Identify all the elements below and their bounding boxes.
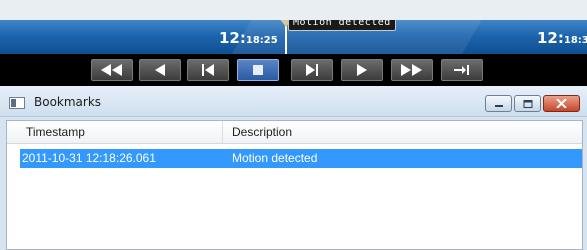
close-icon (556, 99, 567, 108)
fast-forward-button[interactable] (391, 59, 433, 81)
play-reverse-button[interactable] (139, 59, 181, 81)
column-header-timestamp[interactable]: Timestamp (26, 121, 85, 143)
minimize-icon (494, 104, 503, 107)
timeline-time-right: 12:18:30 (537, 29, 587, 47)
fast-rewind-icon (101, 64, 122, 76)
maximize-icon (523, 99, 532, 108)
column-divider[interactable] (222, 121, 223, 143)
next-button[interactable] (291, 59, 333, 81)
bookmarks-window: Bookmarks Timestamp Description 2011-10-… (0, 86, 587, 250)
skip-previous-icon (202, 64, 214, 76)
go-to-end-button[interactable] (441, 59, 483, 81)
list-header: Timestamp Description (7, 121, 582, 144)
row-timestamp: 2011-10-31 12:18:26.061 (22, 151, 156, 165)
stop-button[interactable] (237, 59, 279, 81)
bookmarks-list[interactable]: Timestamp Description 2011-10-31 12:18:2… (6, 120, 583, 250)
top-strip (0, 0, 587, 20)
time-left-hours: 12: (219, 29, 246, 47)
table-row[interactable]: 2011-10-31 12:18:26.061 Motion detected (20, 149, 582, 168)
time-right-minutes: 18:30 (563, 35, 587, 46)
bookmarks-title: Bookmarks (34, 95, 102, 109)
timeline-time-left: 12:18:25 (219, 29, 278, 47)
play-icon (357, 64, 367, 76)
window-icon (9, 97, 25, 109)
maximize-button[interactable] (514, 95, 541, 112)
fast-rewind-button[interactable] (91, 59, 133, 81)
timeline[interactable]: 12:18:25 12:18:30 Motion detected (0, 20, 587, 54)
skip-next-icon (306, 64, 318, 76)
row-description: Motion detected (232, 151, 318, 165)
fast-forward-icon (401, 64, 422, 76)
column-header-description[interactable]: Description (232, 121, 292, 143)
go-to-end-icon (454, 65, 469, 75)
previous-button[interactable] (187, 59, 229, 81)
play-button[interactable] (341, 59, 383, 81)
stop-icon (253, 65, 263, 75)
minimize-button[interactable] (485, 95, 512, 112)
close-button[interactable] (543, 95, 580, 112)
bookmarks-titlebar[interactable]: Bookmarks (0, 86, 587, 117)
time-left-minutes: 18:25 (245, 35, 278, 46)
playback-controls (0, 54, 587, 86)
time-right-hours: 12: (537, 29, 564, 47)
play-reverse-icon (155, 64, 165, 76)
event-tag[interactable]: Motion detected (288, 20, 396, 31)
